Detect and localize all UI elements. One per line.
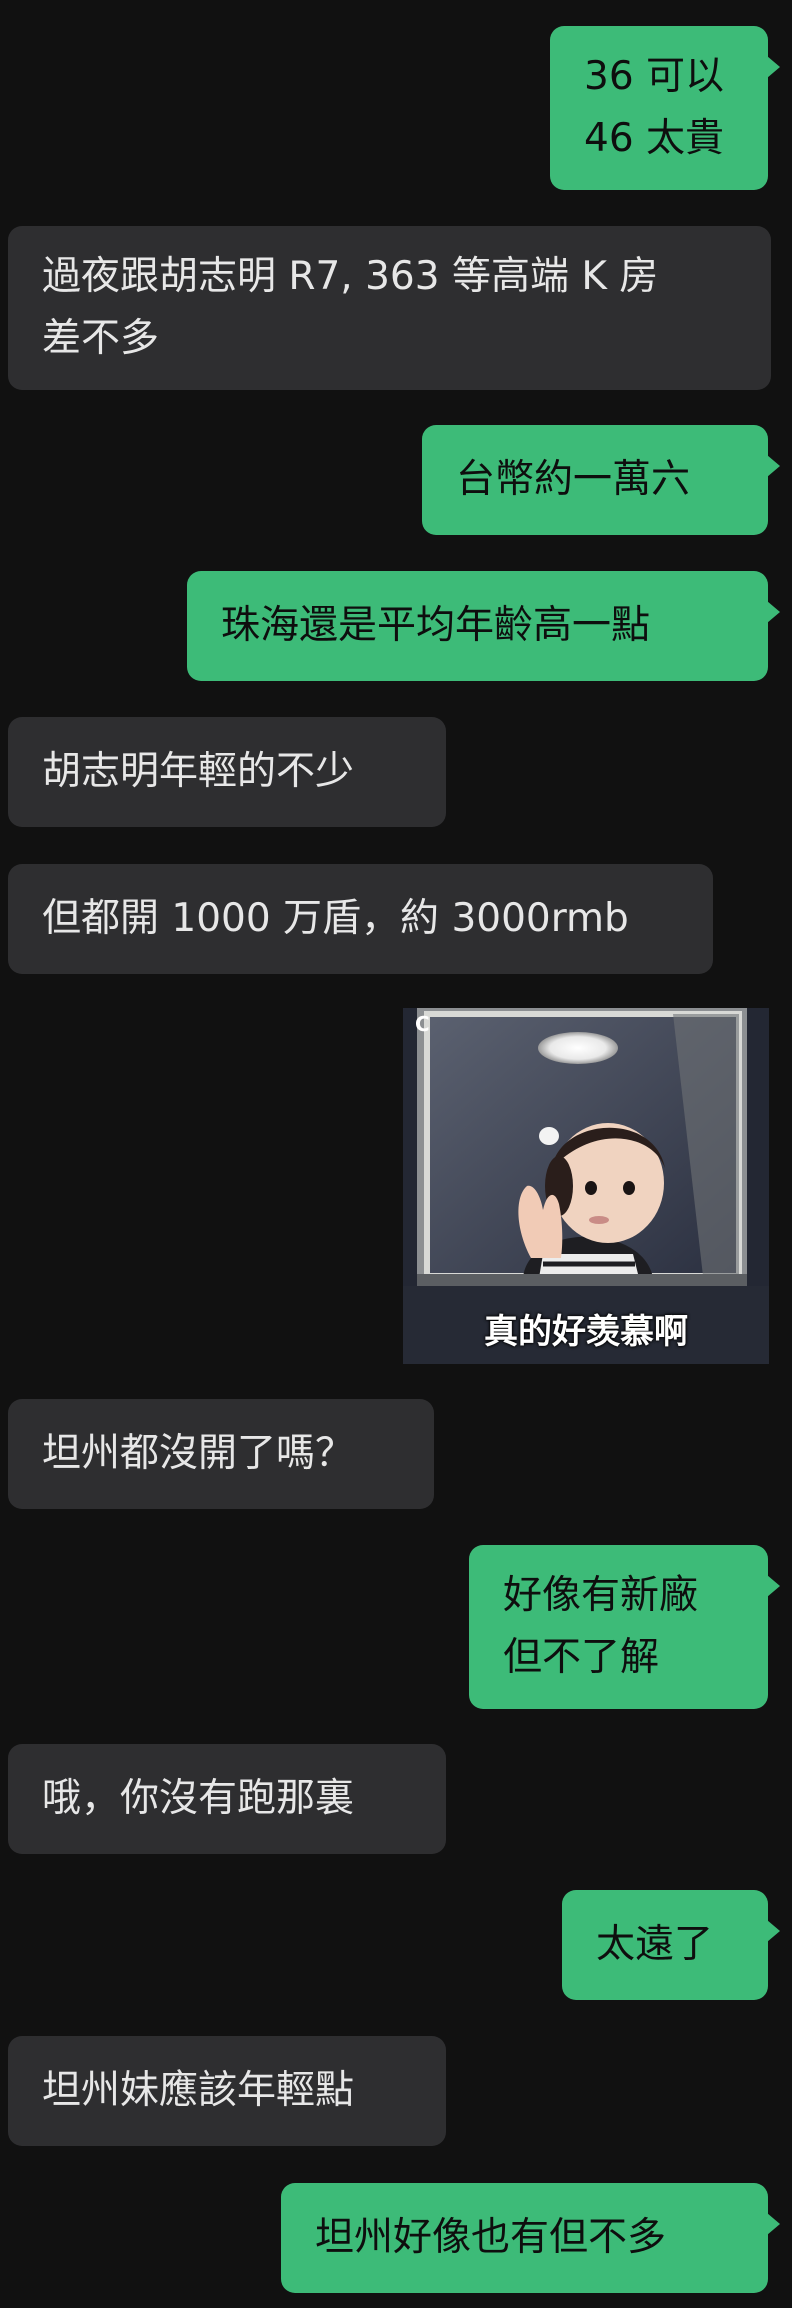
message-line: 胡志明年輕的不少 — [42, 749, 355, 794]
message-line: 坦州妹應該年輕點 — [42, 2068, 355, 2113]
chat-message-in[interactable]: 坦州妹應該年輕點 — [8, 2036, 446, 2146]
message-line: 46 太貴 — [584, 116, 725, 161]
message-line: 好像有新廠 — [503, 1573, 699, 1618]
message-line: 台幣約一萬六 — [456, 457, 691, 502]
chat-message-in[interactable]: 哦，你沒有跑那裏 — [8, 1744, 446, 1854]
message-line: 但都開 1000 万盾，約 3000rmb — [42, 896, 629, 941]
chat-message-out[interactable]: 珠海還是平均年齡高一點 — [187, 571, 780, 681]
message-line: 太遠了 — [596, 1922, 714, 1967]
chat-message-out[interactable]: 36 可以 46 太貴 — [550, 26, 780, 190]
message-line: 36 可以 — [584, 54, 725, 99]
chat-message-out[interactable]: 太遠了 — [562, 1890, 780, 2000]
message-line: 哦，你沒有跑那裏 — [42, 1776, 355, 1821]
message-line: 過夜跟胡志明 R7, 363 等高端 K 房 — [42, 254, 659, 299]
message-line: 差不多 — [42, 316, 160, 361]
sticker-corner-mark: C — [415, 1012, 430, 1036]
sticker-image[interactable]: C 真的好羡慕啊 — [403, 1008, 769, 1364]
chat-message-out[interactable]: 好像有新廠 但不了解 — [469, 1545, 780, 1709]
sticker-caption: 真的好羡慕啊 — [484, 1312, 688, 1352]
message-line: 坦州好像也有但不多 — [315, 2215, 667, 2260]
chat-message-in[interactable]: 坦州都沒開了嗎？ — [8, 1399, 434, 1509]
chat-message-in[interactable]: 胡志明年輕的不少 — [8, 717, 446, 827]
chat-message-out[interactable]: 台幣約一萬六 — [422, 425, 780, 535]
chat-message-in[interactable]: 過夜跟胡志明 R7, 363 等高端 K 房 差不多 — [8, 226, 771, 390]
message-line: 坦州都沒開了嗎？ — [42, 1431, 355, 1476]
message-line: 珠海還是平均年齡高一點 — [221, 603, 651, 648]
chat-message-in[interactable]: 但都開 1000 万盾，約 3000rmb — [8, 864, 713, 974]
message-line: 但不了解 — [503, 1635, 660, 1680]
chat-message-out[interactable]: 坦州好像也有但不多 — [281, 2183, 780, 2293]
